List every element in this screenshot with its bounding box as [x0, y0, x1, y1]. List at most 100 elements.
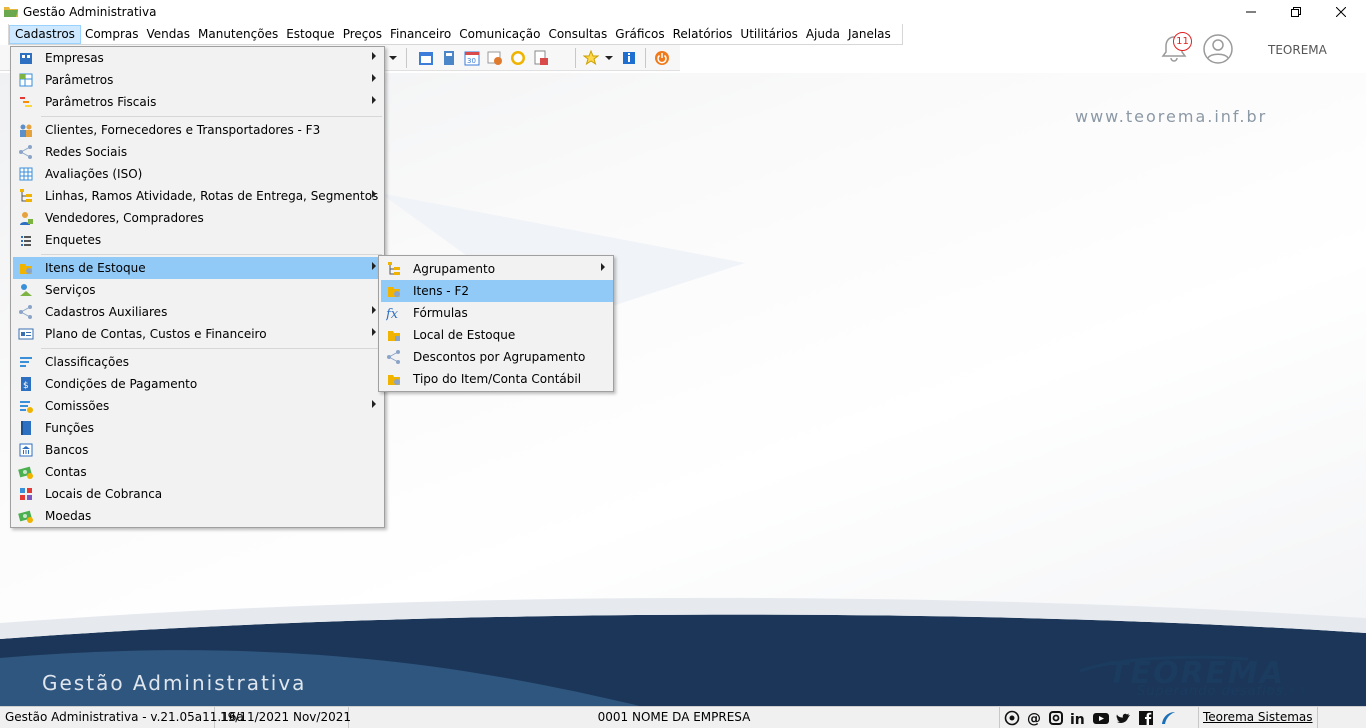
stock-box-icon: [388, 287, 400, 297]
menu-item-linhas[interactable]: Linhas, Ramos Atividade, Rotas de Entreg…: [13, 185, 384, 207]
menu-item-redes-sociais[interactable]: Redes Sociais: [13, 141, 384, 163]
menu-item-servicos[interactable]: Serviços: [13, 279, 384, 301]
submenu-item-local-estoque[interactable]: Local de Estoque: [381, 324, 613, 346]
restore-icon: [1291, 7, 1301, 17]
facebook-icon[interactable]: [1138, 710, 1154, 726]
menu-utilitarios[interactable]: Utilitários: [736, 27, 801, 41]
submenu-item-agrupamento[interactable]: Agrupamento: [381, 258, 613, 280]
submenu-item-tipo-item[interactable]: Tipo do Item/Conta Contábil: [381, 368, 613, 390]
power-icon[interactable]: [654, 50, 670, 66]
menu-item-moedas[interactable]: Moedas: [13, 505, 384, 527]
calendar-30-icon[interactable]: 30: [464, 50, 480, 66]
menu-precos[interactable]: Preços: [339, 27, 386, 41]
calendar-clock-icon[interactable]: [487, 50, 503, 66]
menu-item-label: Clientes, Fornecedores e Transportadores…: [45, 123, 321, 137]
calendar-grid-icon[interactable]: [418, 50, 434, 66]
menu-item-label: Linhas, Ramos Atividade, Rotas de Entreg…: [45, 189, 379, 203]
menu-comunicacao[interactable]: Comunicação: [455, 27, 544, 41]
menu-item-vendedores[interactable]: Vendedores, Compradores: [13, 207, 384, 229]
user-area: 11 TEOREMA: [1110, 25, 1366, 73]
svg-text:$: $: [23, 381, 29, 391]
menu-item-clientes[interactable]: Clientes, Fornecedores e Transportadores…: [13, 119, 384, 141]
submenu-item-itens-f2[interactable]: Itens - F2: [381, 280, 613, 302]
cadastros-dropdown: Empresas Parâmetros Parâmetros Fiscais C…: [10, 46, 385, 528]
twitter-icon[interactable]: [1116, 710, 1132, 726]
menu-item-label: Contas: [45, 465, 87, 479]
menu-item-parametros[interactable]: Parâmetros: [13, 69, 384, 91]
menu-consultas[interactable]: Consultas: [544, 27, 611, 41]
menu-item-plano-de-contas[interactable]: Plano de Contas, Custos e Financeiro: [13, 323, 384, 345]
bank-icon: [19, 443, 33, 457]
dropdown-arrow-icon[interactable]: [388, 55, 398, 61]
youtube-icon[interactable]: [1092, 710, 1110, 726]
menu-compras[interactable]: Compras: [81, 27, 143, 41]
submenu-item-descontos[interactable]: Descontos por Agrupamento: [381, 346, 613, 368]
menu-item-contas[interactable]: Contas: [13, 461, 384, 483]
menu-financeiro[interactable]: Financeiro: [386, 27, 455, 41]
close-button[interactable]: [1318, 0, 1364, 24]
minimize-button[interactable]: [1228, 0, 1274, 24]
toolbar-separator: [575, 48, 576, 68]
menu-manutencoes[interactable]: Manutenções: [194, 27, 282, 41]
list-icon: [21, 236, 31, 246]
linkedin-icon[interactable]: in: [1070, 710, 1086, 726]
calculator-icon[interactable]: [441, 50, 457, 66]
username-label: TEOREMA: [1268, 43, 1327, 57]
menu-item-bancos[interactable]: Bancos: [13, 439, 384, 461]
table-grid-icon: [19, 167, 33, 181]
menu-item-label: Comissões: [45, 399, 110, 413]
toolbar-separator: [406, 48, 407, 68]
collection-places-icon: [20, 488, 32, 500]
menu-item-enquetes[interactable]: Enquetes: [13, 229, 384, 251]
support-icon[interactable]: [1004, 710, 1020, 726]
submenu-arrow-icon: [372, 190, 376, 198]
svg-text:in: in: [1070, 712, 1085, 726]
menu-graficos[interactable]: Gráficos: [611, 27, 668, 41]
menu-item-cadastros-auxiliares[interactable]: Cadastros Auxiliares: [13, 301, 384, 323]
submenu-item-formulas[interactable]: fx Fórmulas: [381, 302, 613, 324]
svg-text:fx: fx: [386, 307, 399, 321]
menu-item-locais-cobranca[interactable]: Locais de Cobranca: [13, 483, 384, 505]
instagram-icon[interactable]: [1048, 710, 1064, 726]
user-avatar-icon[interactable]: [1202, 33, 1234, 65]
menu-item-avaliacoes[interactable]: Avaliações (ISO): [13, 163, 384, 185]
website-url: www.teorema.inf.br: [1075, 107, 1268, 126]
money-icon: [18, 466, 33, 479]
menu-separator: [41, 254, 382, 255]
menu-bar: Cadastros Compras Vendas Manutenções Est…: [8, 24, 903, 45]
clock-icon[interactable]: [510, 50, 526, 66]
tree-icon: [20, 189, 32, 202]
menu-item-label: Bancos: [45, 443, 89, 457]
book-icon: [21, 421, 31, 435]
favorites-star-icon[interactable]: [583, 50, 599, 66]
dropdown-arrow-icon[interactable]: [604, 55, 614, 61]
submenu-arrow-icon: [372, 96, 376, 104]
report-icon[interactable]: [533, 50, 549, 66]
menu-vendas[interactable]: Vendas: [143, 27, 195, 41]
menu-item-label: Plano de Contas, Custos e Financeiro: [45, 327, 267, 341]
menu-item-label: Fórmulas: [413, 306, 468, 320]
status-date: 19/11/2021 Nov/2021: [215, 707, 351, 728]
menu-item-itens-de-estoque[interactable]: Itens de Estoque: [13, 257, 384, 279]
menu-item-funcoes[interactable]: Funções: [13, 417, 384, 439]
restore-button[interactable]: [1273, 0, 1319, 24]
menu-item-parametros-fiscais[interactable]: Parâmetros Fiscais: [13, 91, 384, 113]
menu-janelas[interactable]: Janelas: [844, 27, 895, 41]
menu-cadastros[interactable]: Cadastros: [9, 24, 81, 44]
teorema-icon[interactable]: [1160, 710, 1176, 726]
submenu-arrow-icon: [372, 74, 376, 82]
menu-item-classificacoes[interactable]: Classificações: [13, 351, 384, 373]
at-icon[interactable]: @: [1026, 710, 1042, 726]
menu-estoque[interactable]: Estoque: [282, 27, 339, 41]
svg-text:@: @: [1027, 711, 1041, 726]
menu-relatorios[interactable]: Relatórios: [669, 27, 737, 41]
app-folder-icon: [4, 7, 18, 17]
menu-item-empresas[interactable]: Empresas: [13, 47, 384, 69]
menu-item-condicoes-pagamento[interactable]: $ Condições de Pagamento: [13, 373, 384, 395]
teorema-sistemas-link[interactable]: Teorema Sistemas: [1198, 707, 1318, 728]
info-icon[interactable]: [621, 50, 637, 66]
menu-item-comissoes[interactable]: Comissões: [13, 395, 384, 417]
menu-ajuda[interactable]: Ajuda: [802, 27, 844, 41]
close-icon: [1336, 7, 1346, 17]
item-type-icon: [388, 375, 400, 385]
